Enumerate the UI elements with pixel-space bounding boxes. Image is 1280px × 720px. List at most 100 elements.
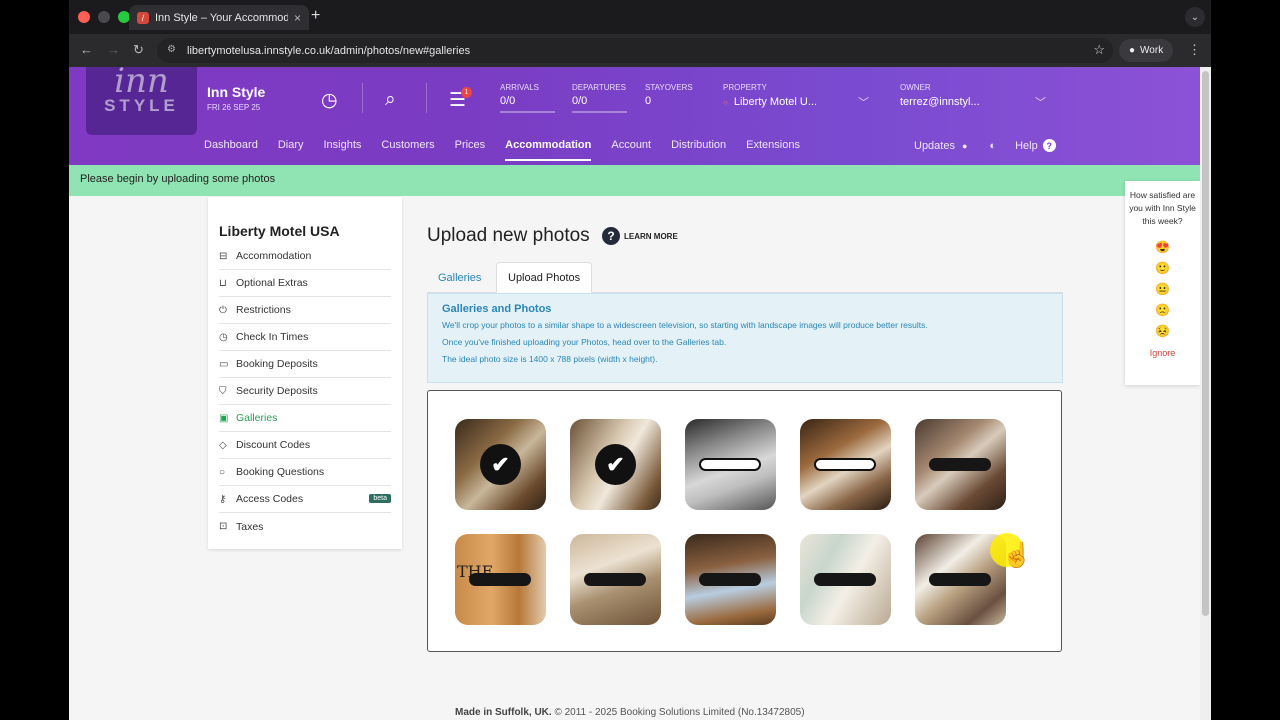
nav-dashboard[interactable]: Dashboard (204, 139, 258, 161)
face-upset-icon[interactable]: 😣 (1125, 324, 1200, 338)
property-selector[interactable]: PROPERTY ○ Liberty Motel U... (723, 83, 817, 108)
sidebar: Liberty Motel USA ⊟ Accommodation ⊔ Option… (208, 197, 402, 549)
nav-customers[interactable]: Customers (381, 139, 434, 161)
bookmark-star-icon[interactable]: ☆ (1093, 42, 1105, 58)
tab-galleries[interactable]: Galleries (427, 262, 492, 293)
photo-thumbnail[interactable]: ✔ (455, 419, 546, 510)
tab-search-icon[interactable]: ⌄ (1185, 7, 1205, 27)
nav-accommodation[interactable]: Accommodation (505, 139, 592, 161)
current-date: FRI 26 SEP 25 (207, 103, 261, 112)
nav-distribution[interactable]: Distribution (671, 139, 726, 161)
help-link[interactable]: Help (1015, 140, 1038, 152)
departures-stat[interactable]: DEPARTURES 0/0 (572, 83, 627, 113)
sidebar-item-discount-codes[interactable]: ◇ Discount Codes (219, 432, 391, 459)
footer-bold: Made in Suffolk, UK. (455, 707, 552, 718)
forward-icon[interactable]: → (107, 42, 120, 57)
nav-diary[interactable]: Diary (278, 139, 304, 161)
photo-thumbnail[interactable] (570, 534, 661, 625)
tab-upload-photos[interactable]: Upload Photos (496, 262, 593, 293)
sidebar-item-label: Booking Questions (236, 466, 325, 478)
info-line: We'll crop your photos to a similar shap… (442, 320, 928, 330)
sidebar-item-taxes[interactable]: ⊡ Taxes (219, 513, 391, 540)
close-window-button[interactable] (78, 11, 90, 23)
stayovers-stat[interactable]: STAYOVERS 0 (645, 83, 695, 111)
photo-thumbnail[interactable] (800, 419, 891, 510)
photo-thumbnail[interactable]: THE (455, 534, 546, 625)
browser-window: / Inn Style – Your Accommodati × + ⌄ ← →… (69, 0, 1211, 720)
upload-progress-bar (584, 573, 646, 586)
photo-thumbnail[interactable] (800, 534, 891, 625)
photo-thumbnail[interactable] (685, 419, 776, 510)
back-icon[interactable]: ← (80, 42, 93, 57)
chevron-down-icon[interactable]: ﹀ (858, 94, 869, 110)
browser-tab[interactable]: / Inn Style – Your Accommodati × (129, 5, 309, 30)
face-sad-icon[interactable]: 🙁 (1125, 303, 1200, 317)
search-icon[interactable]: ⌕ (385, 89, 396, 111)
sidebar-item-optional-extras[interactable]: ⊔ Optional Extras (219, 270, 391, 297)
sidebar-item-check-in-times[interactable]: ◷ Check In Times (219, 324, 391, 351)
checkmark-icon: ✔ (480, 444, 521, 485)
shield-icon: ⛉ (219, 385, 227, 397)
sidebar-item-booking-deposits[interactable]: ▭ Booking Deposits (219, 351, 391, 378)
sidebar-item-security-deposits[interactable]: ⛉ Security Deposits (219, 378, 391, 405)
upload-progress-bar (929, 573, 991, 586)
sidebar-item-restrictions[interactable]: ⏻ Restrictions (219, 297, 391, 324)
chevron-down-icon[interactable]: ﹀ (1035, 94, 1046, 110)
logo[interactable]: inn STYLE (86, 67, 197, 135)
nav-extensions[interactable]: Extensions (746, 139, 800, 161)
nav-prices[interactable]: Prices (455, 139, 486, 161)
nav-insights[interactable]: Insights (324, 139, 362, 161)
arrivals-stat[interactable]: ARRIVALS 0/0 (500, 83, 555, 113)
face-neutral-icon[interactable]: 😐 (1125, 282, 1200, 296)
nav-account[interactable]: Account (611, 139, 651, 161)
ignore-survey-link[interactable]: Ignore (1125, 348, 1200, 358)
photo-upload-grid: ✔ ✔ THE (427, 390, 1062, 652)
owner-value: terrez@innstyl... (900, 96, 980, 108)
close-tab-icon[interactable]: × (294, 11, 301, 25)
arrivals-value: 0/0 (500, 95, 555, 113)
sidebar-item-label: Taxes (236, 520, 264, 533)
briefcase-icon: ⊡ (219, 521, 228, 532)
bed-icon: ⊟ (219, 250, 228, 262)
card-icon: ▭ (219, 358, 229, 370)
page-scrollbar[interactable] (1200, 67, 1211, 720)
browser-menu-icon[interactable]: ⋮ (1188, 42, 1201, 58)
help-icon[interactable]: ? (1042, 139, 1056, 152)
info-panel: Galleries and Photos We'll crop your pho… (427, 293, 1063, 383)
owner-selector[interactable]: OWNER terrez@innstyl... (900, 83, 980, 108)
reload-icon[interactable]: ↻ (133, 42, 144, 58)
updates-dot-icon: ● (961, 140, 968, 151)
stayovers-label: STAYOVERS (645, 83, 693, 92)
clock-icon[interactable]: ◷ (321, 89, 338, 112)
url-field[interactable]: ⚙ libertymotelusa.innstyle.co.uk/admin/p… (157, 38, 1113, 63)
face-love-icon[interactable]: 😍 (1125, 240, 1200, 254)
profile-button[interactable]: ● Work (1119, 39, 1174, 62)
notification-badge: 1 (461, 87, 472, 98)
question-icon: ? (602, 227, 620, 245)
info-heading: Galleries and Photos (442, 303, 552, 315)
page-title: Upload new photos (427, 225, 590, 246)
site-info-icon[interactable]: ⚙ (167, 44, 176, 55)
sidebar-item-accommodation[interactable]: ⊟ Accommodation (219, 243, 391, 270)
footer: Made in Suffolk, UK. © 2011 - 2025 Booki… (455, 707, 805, 718)
minimize-window-button[interactable] (98, 11, 110, 23)
updates-link[interactable]: Updates (914, 140, 955, 152)
photo-thumbnail[interactable] (915, 419, 1006, 510)
learn-more-link[interactable]: ? LEARN MORE (602, 227, 678, 245)
sidebar-item-booking-questions[interactable]: ○ Booking Questions (219, 459, 391, 486)
sidebar-item-galleries[interactable]: ▣ Galleries (219, 405, 391, 432)
nav-right: Updates ● ◐ Help ? (914, 139, 1056, 152)
sidebar-item-access-codes[interactable]: ⚷ Access Codes beta (219, 486, 391, 513)
palette-icon[interactable]: ◐ (989, 140, 996, 152)
face-happy-icon[interactable]: 🙂 (1125, 261, 1200, 275)
cart-icon: ⊔ (219, 277, 227, 289)
photo-thumbnail[interactable]: ✔ (570, 419, 661, 510)
info-line: Once you've finished uploading your Phot… (442, 337, 727, 347)
new-tab-button[interactable]: + (311, 7, 320, 25)
beta-badge: beta (369, 494, 391, 503)
stayovers-value: 0 (645, 95, 652, 107)
scrollbar-thumb[interactable] (1202, 71, 1209, 616)
photo-thumbnail[interactable] (685, 534, 776, 625)
sidebar-item-label: Discount Codes (236, 439, 311, 451)
tab-bar: / Inn Style – Your Accommodati × + ⌄ (69, 0, 1211, 34)
